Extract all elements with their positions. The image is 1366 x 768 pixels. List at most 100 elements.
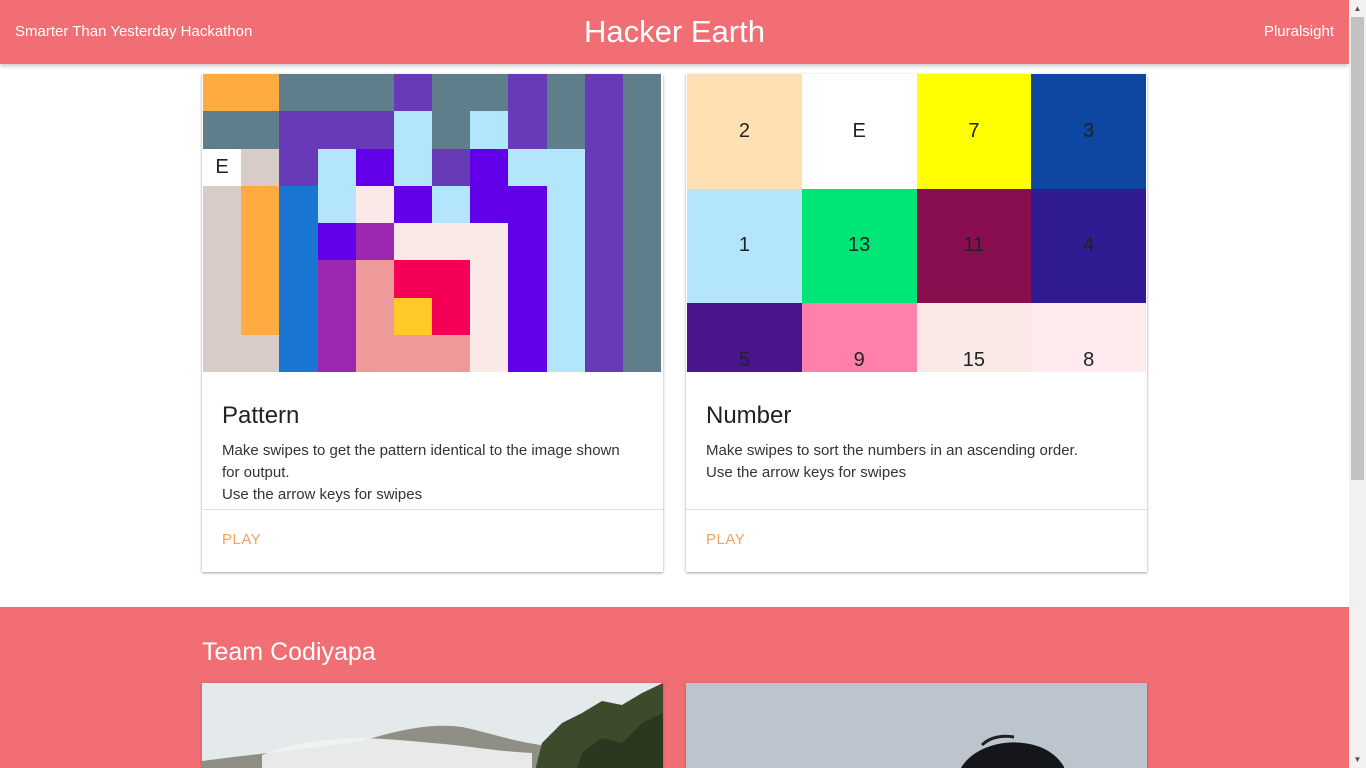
pattern-tile [546, 185, 585, 223]
pattern-tile [622, 185, 661, 223]
pattern-tile [241, 74, 280, 112]
number-preview-image: 2 E 7 3 1 13 11 4 5 9 15 8 [686, 74, 1147, 372]
number-tile: 1 [687, 188, 802, 304]
team-member-photo [686, 683, 1147, 768]
pattern-tile [508, 334, 547, 372]
pattern-tile [622, 111, 661, 149]
pattern-tile [508, 185, 547, 223]
pattern-tile [470, 148, 509, 186]
pattern-tile [470, 260, 509, 298]
scroll-down-arrow-icon[interactable]: ▼ [1349, 751, 1366, 768]
pattern-tile [317, 260, 356, 298]
pattern-tile [470, 334, 509, 372]
play-pattern-button[interactable]: PLAY [222, 531, 261, 548]
pluralsight-link[interactable]: Pluralsight [1264, 0, 1334, 64]
number-tile: 8 [1031, 303, 1146, 372]
pattern-game-card: E Pattern Make swipes to get the pattern… [202, 74, 663, 572]
pattern-tile [508, 111, 547, 149]
empty-tile: E [801, 74, 917, 189]
pattern-tile [584, 148, 623, 186]
card-description: Make swipes to get the pattern identical… [222, 440, 642, 506]
pattern-tile [584, 223, 623, 261]
pattern-tile [584, 297, 623, 335]
scroll-up-arrow-icon[interactable]: ▲ [1349, 0, 1366, 17]
number-tile: 4 [1031, 188, 1146, 304]
pattern-tile [432, 74, 471, 112]
portrait-photo-graphic [686, 683, 1147, 768]
pattern-tile [203, 185, 242, 223]
pattern-tile [203, 111, 242, 149]
pattern-tile [203, 297, 242, 335]
pattern-tile [317, 297, 356, 335]
pattern-tile [393, 297, 432, 335]
pattern-tile [317, 74, 356, 112]
pattern-tile [317, 148, 356, 186]
number-tile: 9 [801, 303, 917, 372]
pattern-tile [393, 148, 432, 186]
card-divider [202, 509, 663, 510]
pattern-tile [241, 223, 280, 261]
pattern-tile-grid: E [203, 74, 661, 372]
description-line: Use the arrow keys for swipes [222, 486, 423, 503]
page-title: Hacker Earth [584, 14, 765, 49]
pattern-tile [241, 260, 280, 298]
team-member-photo [202, 683, 663, 768]
pattern-tile [355, 334, 394, 372]
pattern-tile [584, 74, 623, 112]
pattern-tile [393, 185, 432, 223]
number-tile: 13 [801, 188, 917, 304]
play-number-button[interactable]: PLAY [706, 531, 745, 548]
pattern-tile [279, 223, 318, 261]
pattern-tile [393, 74, 432, 112]
pattern-tile [470, 297, 509, 335]
pattern-tile [432, 334, 471, 372]
pattern-tile [355, 223, 394, 261]
pattern-tile [432, 185, 471, 223]
pattern-tile [508, 74, 547, 112]
pattern-tile [393, 223, 432, 261]
pattern-preview-image: E [202, 74, 663, 372]
number-tile-grid: 2 E 7 3 1 13 11 4 5 9 15 8 [687, 74, 1146, 372]
pattern-tile [279, 74, 318, 112]
description-line: for output. [222, 464, 290, 481]
pattern-tile [622, 74, 661, 112]
number-tile: 3 [1031, 74, 1146, 189]
empty-tile: E [203, 148, 242, 186]
pattern-tile [546, 74, 585, 112]
pattern-tile [317, 111, 356, 149]
pattern-tile [508, 297, 547, 335]
pattern-tile [393, 260, 432, 298]
pattern-tile [622, 297, 661, 335]
pattern-tile [317, 334, 356, 372]
pattern-tile [393, 111, 432, 149]
card-title: Number [706, 402, 792, 429]
pattern-tile [584, 111, 623, 149]
number-tile: 15 [916, 303, 1032, 372]
description-line: Use the arrow keys for swipes [706, 464, 907, 481]
pattern-tile [470, 185, 509, 223]
pattern-tile [546, 111, 585, 149]
pattern-tile [241, 185, 280, 223]
number-tile: 2 [687, 74, 802, 189]
card-title: Pattern [222, 402, 300, 429]
pattern-tile [203, 74, 242, 112]
pattern-tile [279, 334, 318, 372]
pattern-tile [279, 111, 318, 149]
pattern-tile [546, 334, 585, 372]
pattern-tile [508, 148, 547, 186]
pattern-tile [355, 111, 394, 149]
pattern-tile [355, 74, 394, 112]
pattern-tile [317, 223, 356, 261]
description-line: Make swipes to get the pattern identical… [222, 442, 620, 459]
pattern-tile [546, 297, 585, 335]
page-scrollbar[interactable]: ▲ ▼ [1349, 0, 1366, 768]
pattern-tile [622, 334, 661, 372]
scrollbar-thumb[interactable] [1351, 17, 1364, 480]
pattern-tile [622, 223, 661, 261]
pattern-tile [546, 223, 585, 261]
pattern-tile [584, 334, 623, 372]
pattern-tile [241, 297, 280, 335]
pattern-tile [432, 260, 471, 298]
pattern-tile [355, 148, 394, 186]
number-game-card: 2 E 7 3 1 13 11 4 5 9 15 8 Number Make swipes to so… [686, 74, 1147, 572]
